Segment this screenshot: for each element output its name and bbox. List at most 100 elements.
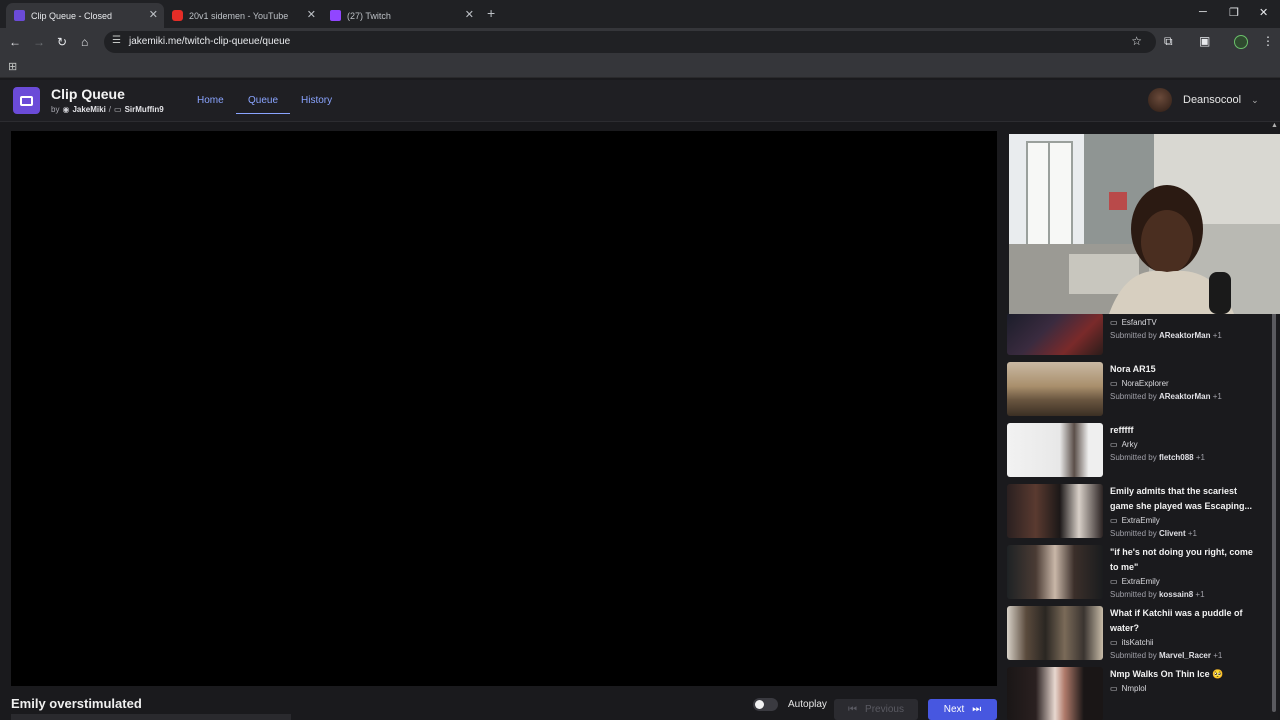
chevron-down-icon: ⌄ [1251,94,1259,105]
app-header: Clip Queue by ◉ JakeMiki / ▭ SirMuffin9 … [0,80,1280,122]
clip-title: "if he's not doing you right, come to me… [1110,547,1253,572]
author-link-sirmuffin9[interactable]: SirMuffin9 [125,105,164,114]
home-icon[interactable]: ⌂ [81,35,88,49]
chat-icon: ▭ [1110,577,1118,586]
chat-icon: ▭ [1110,516,1118,525]
chat-icon: ▭ [1110,440,1118,449]
author-link-jakemiki[interactable]: JakeMiki [72,105,105,114]
browser-tab-youtube[interactable]: 20v1 sidemen - YouTube ✕ [164,3,322,28]
next-label: Next [943,704,965,715]
user-avatar [1148,88,1172,112]
nav-history[interactable]: History [301,95,332,106]
author-separator: / [108,105,112,114]
chat-icon: ▭ [1110,638,1118,647]
close-window-icon[interactable]: ✕ [1259,6,1268,19]
clip-submitted-by: Submitted by Marvel_Racer +1 [1110,651,1223,660]
queue-item[interactable]: Emily admits that the scariest game she … [1007,484,1265,540]
browser-tab-clip-queue[interactable]: Clip Queue - Closed ✕ [6,3,164,28]
video-player[interactable] [11,131,997,686]
app-title: Clip Queue [51,86,125,102]
twitch-chat-icon: ▭ [114,105,122,114]
autoplay-label: Autoplay [788,699,827,710]
reload-icon[interactable]: ↻ [57,35,67,49]
autoplay-control[interactable]: Autoplay [753,698,827,711]
browser-toolbar: ← → ↻ ⌂ ☰ jakemiki.me/twitch-clip-queue/… [0,28,1280,56]
youtube-favicon-icon [172,10,183,21]
chat-icon: ▭ [1110,318,1118,327]
clip-queue-logo-icon[interactable] [13,87,40,114]
clip-submitted-by: Submitted by Clivent +1 [1110,529,1197,538]
chat-icon: ▭ [1110,684,1118,693]
menu-icon[interactable]: ⋮ [1262,34,1274,48]
queue-item[interactable]: Nora AR15 ▭ NoraExplorer Submitted by ARe… [1007,362,1265,418]
scrollbar-thumb[interactable] [1272,312,1276,712]
github-icon: ◉ [62,105,70,114]
tab-title: (27) Twitch [347,10,391,21]
extensions-icon[interactable]: ⧉ [1164,34,1173,49]
next-icon: ⏭ [972,704,982,715]
twitch-favicon-icon [330,10,341,21]
back-icon[interactable]: ← [9,35,21,49]
tab-title: Clip Queue - Closed [31,10,113,21]
previous-button[interactable]: ⏮ Previous [834,699,918,720]
clip-channel: ▭ ExtraEmily [1110,516,1160,525]
autoplay-toggle[interactable] [753,698,778,711]
clip-submitted-by: Submitted by fletch088 +1 [1110,453,1205,462]
browser-tab-twitch[interactable]: (27) Twitch ✕ [322,3,480,28]
previous-icon: ⏮ [848,704,858,715]
webcam-overlay [1009,134,1280,314]
next-button[interactable]: Next ⏭ [928,699,997,720]
user-menu[interactable]: Deansocool ⌄ [1148,88,1259,112]
user-name: Deansocool [1183,94,1242,106]
clip-channel: ▭ Nmplol [1110,684,1147,693]
webcam-image [1009,134,1280,314]
clip-thumbnail [1007,423,1103,477]
site-info-icon[interactable]: ☰ [112,35,121,46]
queue-item[interactable]: Nmp Walks On Thin Ice 🥺 ▭ Nmplol [1007,667,1265,720]
clip-queue-favicon-icon [14,10,25,21]
current-clip-title: Emily overstimulated [11,696,142,711]
clip-thumbnail [1007,362,1103,416]
nav-home[interactable]: Home [197,95,224,106]
clip-channel: ▭ Arky [1110,440,1138,449]
clip-channel: ▭ itsKatchii [1110,638,1154,647]
clip-title: refffff [1110,425,1134,435]
clip-thumbnail [1007,667,1103,720]
queue-item[interactable]: "if he's not doing you right, come to me… [1007,545,1265,601]
scroll-up-icon[interactable]: ▲ [1271,122,1278,129]
close-tab-icon[interactable]: ✕ [149,8,158,21]
previous-label: Previous [865,704,904,715]
clip-submitted-by: Submitted by kossain8 +1 [1110,590,1205,599]
url-text[interactable]: jakemiki.me/twitch-clip-queue/queue [129,36,290,47]
queue-item[interactable]: refffff ▭ Arky Submitted by fletch088 +1 [1007,423,1265,479]
clip-submitted-by: Submitted by AReaktorMan +1 [1110,392,1222,401]
clip-title: What if Katchii was a puddle of water? [1110,608,1243,633]
clip-thumbnail [1007,313,1103,355]
clip-title: Emily admits that the scariest game she … [1110,486,1253,511]
chat-icon: ▭ [1110,379,1118,388]
clip-channel: ▭ ExtraEmily [1110,577,1160,586]
queue-item[interactable]: What if Katchii was a puddle of water? ▭… [1007,606,1265,662]
bookmark-star-icon[interactable]: ☆ [1131,34,1142,48]
queue-item[interactable]: ▭ EsfandTV Submitted by AReaktorMan +1 [1007,313,1265,357]
tab-title: 20v1 sidemen - YouTube [189,10,289,21]
forward-icon[interactable]: → [33,35,45,49]
nav-queue[interactable]: Queue [236,95,291,114]
clip-title: Nora AR15 [1110,364,1156,374]
browser-tabstrip: Clip Queue - Closed ✕ 20v1 sidemen - You… [0,0,1280,28]
clip-channel: ▭ NoraExplorer [1110,379,1169,388]
apps-grid-icon[interactable]: ⊞ [8,60,17,73]
restore-icon[interactable]: ❐ [1229,6,1239,19]
profile-avatar[interactable] [1234,35,1248,49]
clip-channel: ▭ EsfandTV [1110,318,1157,327]
app-byline: by ◉ JakeMiki / ▭ SirMuffin9 [51,105,164,114]
side-panel-icon[interactable]: ▣ [1199,34,1210,48]
close-tab-icon[interactable]: ✕ [307,8,316,21]
minimize-icon[interactable]: ─ [1199,6,1207,18]
clip-submitted-by: Submitted by AReaktorMan +1 [1110,331,1222,340]
close-tab-icon[interactable]: ✕ [465,8,474,21]
bookmarks-bar: ⊞ [0,56,1280,78]
address-bar[interactable]: ☰ jakemiki.me/twitch-clip-queue/queue ☆ [104,31,1156,53]
new-tab-icon[interactable]: + [487,5,495,21]
clip-thumbnail [1007,484,1103,538]
